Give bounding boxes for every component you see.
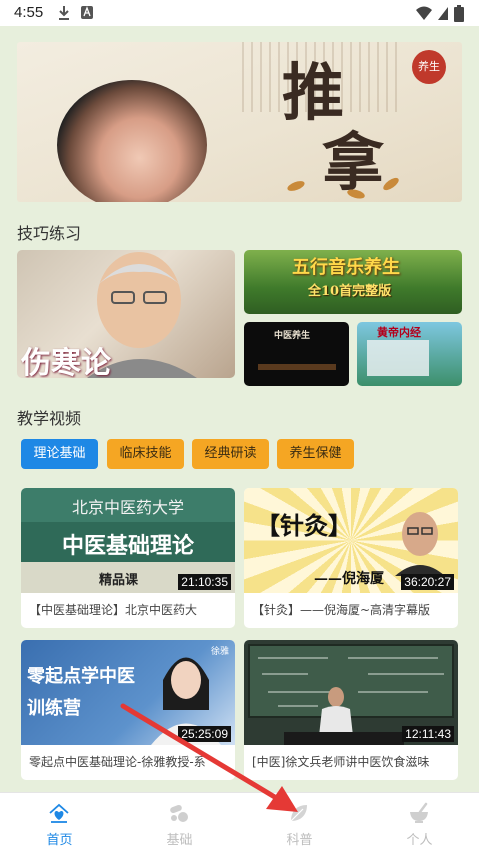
nav-label: 个人 — [406, 833, 433, 848]
thumb-line-1: 零起点学中医 — [27, 666, 135, 687]
battery-icon — [454, 5, 464, 22]
thumb-line-3: 徐雅 — [211, 647, 230, 657]
banner-leaf-decoration — [286, 179, 306, 193]
thumb-line-2: 中医基础理论 — [61, 533, 194, 559]
videos-section-title: 教学视频 — [17, 409, 82, 428]
leaf-icon — [290, 805, 307, 822]
video-caption: 零起点中医基础理论-徐雅教授-系 — [29, 755, 206, 769]
nav-profile[interactable]: 个人 — [360, 793, 479, 853]
banner-seal: 养生 — [412, 50, 446, 84]
audience-illustration — [284, 732, 404, 745]
tab-classic-study[interactable]: 经典研读 — [192, 439, 269, 469]
nav-label: 首页 — [46, 833, 73, 848]
video-caption: [中医]徐文兵老师讲中医饮食滋味 — [252, 755, 430, 769]
video-card[interactable]: 【针灸】 ——倪海厦 36:20:27 【针灸】——倪海厦~高清字幕版 — [244, 488, 458, 628]
thumb-line-1: 北京中医药大学 — [71, 498, 184, 517]
nav-popular-science[interactable]: 科普 — [240, 793, 359, 853]
mortar-icon — [410, 802, 428, 823]
video-thumbnail: 零起点学中医 训练营 徐雅 25:25:09 — [21, 640, 235, 745]
home-heart-icon — [49, 803, 69, 823]
skill-tile-shanghan[interactable]: 伤寒论 — [17, 250, 235, 378]
tab-clinical-skills[interactable]: 临床技能 — [107, 439, 184, 469]
skill-tile-wuxing-music[interactable]: 五行音乐养生 全10首完整版 — [244, 250, 462, 314]
app-notification-icon — [81, 6, 93, 19]
skill-tile-label: 伤寒论 — [21, 346, 111, 378]
video-thumbnail: 12:11:43 — [244, 640, 458, 745]
video-card[interactable]: 北京中医药大学 中医基础理论 精品课 21:10:35 【中医基础理论】北京中医… — [21, 488, 235, 628]
skill-tile-dark-video[interactable]: 中医养生 — [244, 322, 349, 386]
video-card[interactable]: 零起点学中医 训练营 徐雅 25:25:09 零起点中医基础理论-徐雅教授-系 — [21, 640, 235, 780]
skill-tile-label: 黄帝内经 — [377, 326, 421, 339]
thumb-line-2: ——倪海厦 — [314, 571, 384, 587]
banner-massage-image — [57, 80, 207, 202]
thumb-line-3: 精品课 — [99, 573, 139, 588]
thumb-line-1: 【针灸】 — [256, 511, 352, 540]
text-panel-illustration — [367, 340, 429, 376]
download-icon — [59, 6, 69, 20]
nav-label: 基础 — [166, 833, 193, 848]
video-duration: 25:25:09 — [178, 726, 231, 742]
status-bar: 4:55 — [0, 0, 479, 26]
nav-home[interactable]: 首页 — [0, 793, 119, 853]
video-thumbnail: 【针灸】 ——倪海厦 36:20:27 — [244, 488, 458, 593]
skill-tile-label: 中医养生 — [274, 331, 311, 341]
table-illustration — [258, 364, 336, 370]
video-caption: 【针灸】——倪海厦~高清字幕版 — [252, 603, 431, 617]
lecturer-portrait — [395, 512, 445, 576]
promo-banner[interactable]: 推 拿 养生 — [17, 42, 462, 202]
nav-label: 科普 — [286, 833, 313, 848]
status-time: 4:55 — [14, 4, 44, 21]
video-duration: 12:11:43 — [402, 726, 454, 742]
nav-basics[interactable]: 基础 — [120, 793, 239, 853]
video-caption: 【中医基础理论】北京中医药大 — [29, 603, 198, 617]
video-card[interactable]: 12:11:43 [中医]徐文兵老师讲中医饮食滋味 — [244, 640, 458, 780]
video-duration: 36:20:27 — [401, 574, 454, 590]
banner-leaf-decoration — [381, 175, 401, 193]
thumb-line-2: 训练营 — [27, 698, 81, 719]
home-content[interactable]: 推 拿 养生 技巧练习 伤寒论 五行音乐养生 全10首完整版 中医养生 黄帝内经… — [0, 26, 479, 792]
skill-tile-label: 五行音乐养生 — [292, 257, 400, 278]
video-thumbnail: 北京中医药大学 中医基础理论 精品课 21:10:35 — [21, 488, 235, 593]
video-duration: 21:10:35 — [178, 574, 231, 590]
pills-icon — [170, 804, 188, 822]
tab-theory-basics[interactable]: 理论基础 — [21, 439, 98, 469]
skill-tile-sublabel: 全10首完整版 — [308, 284, 392, 299]
skills-section-title: 技巧练习 — [17, 224, 82, 243]
skill-tile-neijing[interactable]: 黄帝内经 — [357, 322, 462, 386]
bottom-navbar: 首页 基础 科普 个人 — [0, 792, 479, 853]
wifi-icon — [416, 6, 432, 20]
tab-health-care[interactable]: 养生保健 — [277, 439, 354, 469]
signal-icon — [438, 7, 448, 20]
